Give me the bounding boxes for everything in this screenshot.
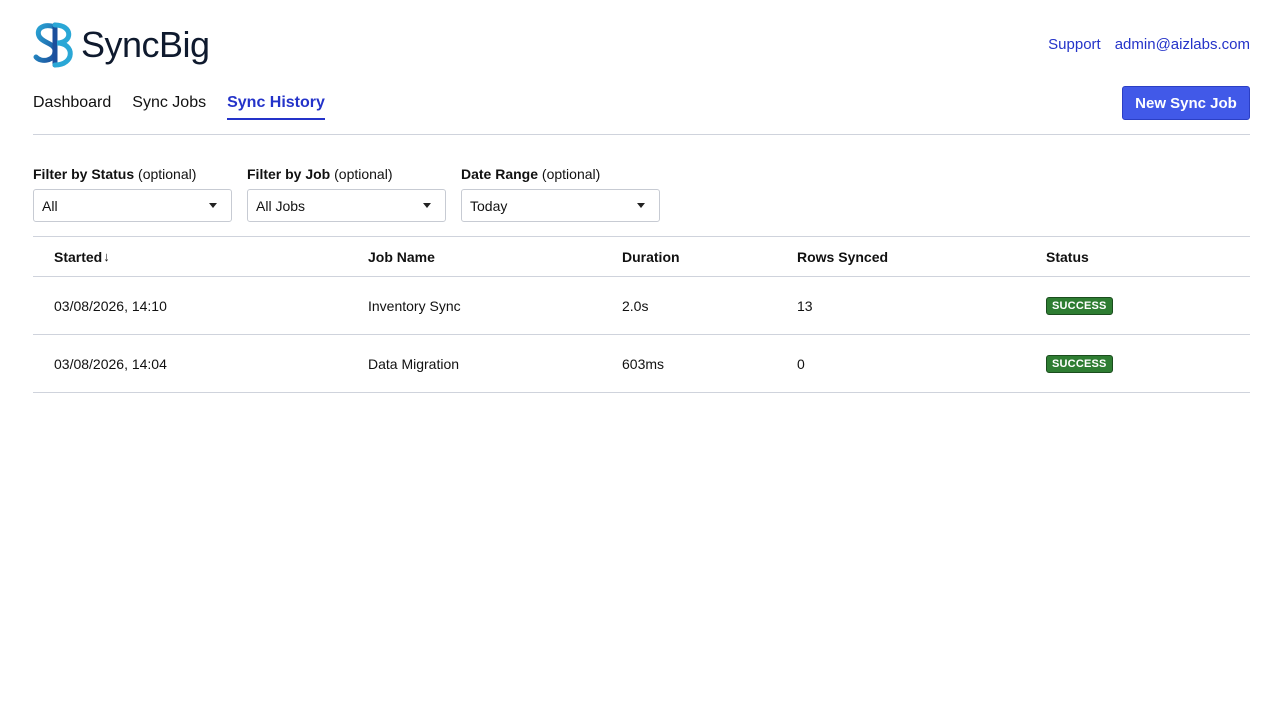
row-job-name: Data Migration [368,355,460,372]
job-select-value: All Jobs [256,197,306,214]
row-status: SUCCESS [1046,277,1113,334]
header-rows-synced: Rows Synced [797,248,889,265]
table-header-row: Started ↓ Job Name Duration Rows Synced … [33,237,1250,277]
job-select[interactable]: All Jobs [247,189,446,222]
row-duration: 603ms [622,355,665,372]
chevron-down-icon [209,203,217,208]
top-links: Support admin@aizlabs.com [1048,36,1250,53]
row-started: 03/08/2026, 14:10 [54,297,167,314]
header: SyncBig Support admin@aizlabs.com [33,20,1250,70]
date-filter: Date Range (optional) Today [461,166,660,222]
date-select-value: Today [470,197,508,214]
job-filter-title: Filter by Job [247,166,331,182]
date-select[interactable]: Today [461,189,660,222]
app-name: SyncBig [81,24,210,65]
tab-bar: Dashboard Sync Jobs Sync History [33,88,1250,120]
status-badge: SUCCESS [1046,296,1113,315]
date-filter-title: Date Range [461,166,539,182]
tab-sync-jobs[interactable]: Sync Jobs [132,88,206,120]
table-row[interactable]: 03/08/2026, 14:04 Data Migration 603ms 0… [33,335,1250,393]
row-job-name: Inventory Sync [368,297,461,314]
logo[interactable]: SyncBig [33,20,210,70]
row-status: SUCCESS [1046,335,1113,392]
header-started-label: Started [54,248,103,265]
job-filter-hint: (optional) [334,166,393,182]
support-link[interactable]: Support [1048,36,1101,53]
status-select-value: All [42,197,58,214]
status-select[interactable]: All [33,189,232,222]
date-filter-hint: (optional) [541,166,601,182]
user-email-link[interactable]: admin@aizlabs.com [1115,36,1250,53]
header-status: Status [1046,248,1089,265]
header-duration: Duration [622,248,680,265]
status-filter-title: Filter by Status [33,166,135,182]
syncbig-logo-icon [33,22,73,68]
arrow-down-icon: ↓ [103,249,110,264]
row-rows-synced: 13 [797,297,813,314]
row-started: 03/08/2026, 14:04 [54,355,167,372]
chevron-down-icon [637,203,645,208]
header-job-name: Job Name [368,248,435,265]
sync-history-table: Started ↓ Job Name Duration Rows Synced … [33,236,1250,393]
status-filter-hint: (optional) [138,166,197,182]
header-started[interactable]: Started ↓ [54,237,110,276]
new-sync-job-button[interactable]: New Sync Job [1122,86,1250,120]
date-filter-label: Date Range (optional) [461,166,660,186]
job-filter-label: Filter by Job (optional) [247,166,446,186]
status-badge: SUCCESS [1046,354,1113,373]
table-row[interactable]: 03/08/2026, 14:10 Inventory Sync 2.0s 13… [33,277,1250,335]
filters: Filter by Status (optional) All Filter b… [33,166,660,222]
job-filter: Filter by Job (optional) All Jobs [247,166,446,222]
row-rows-synced: 0 [797,355,805,372]
tab-sync-history[interactable]: Sync History [227,88,325,120]
main-nav: Dashboard Sync Jobs Sync History New Syn… [33,86,1250,135]
status-filter: Filter by Status (optional) All [33,166,232,222]
chevron-down-icon [423,203,431,208]
status-filter-label: Filter by Status (optional) [33,166,232,186]
tab-dashboard[interactable]: Dashboard [33,88,111,120]
row-duration: 2.0s [622,297,649,314]
